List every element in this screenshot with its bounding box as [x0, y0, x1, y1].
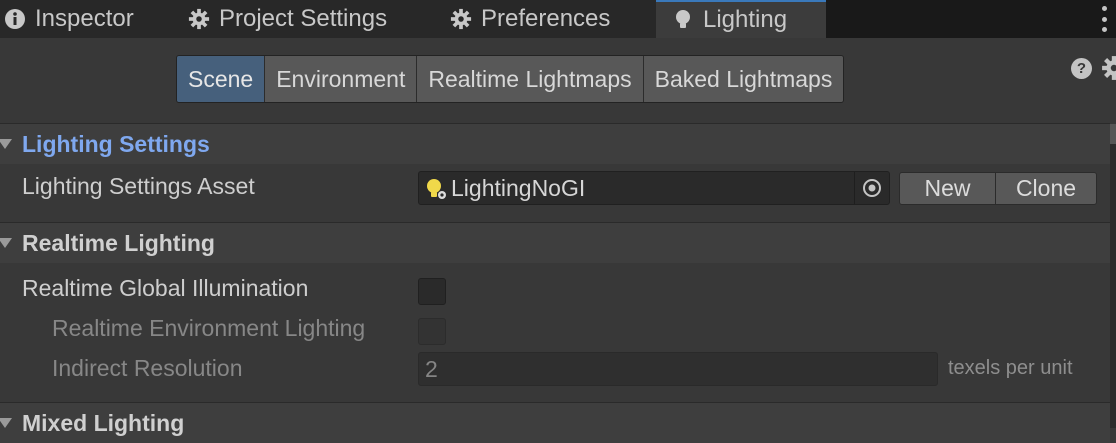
input-value: 2	[425, 356, 438, 382]
foldout-arrow-icon	[0, 418, 12, 428]
segment-scene[interactable]: Scene	[177, 56, 266, 102]
window-tab-bar: Inspector Project Settings Preferences L…	[0, 0, 1116, 38]
lighting-settings-asset-field[interactable]: LightingNoGI	[418, 171, 890, 205]
section-lighting-settings[interactable]: Lighting Settings	[0, 123, 1110, 164]
indirect-resolution-row: Indirect Resolution 2 texels per unit	[0, 348, 1110, 388]
section-title: Lighting Settings	[22, 130, 210, 157]
gear-icon	[450, 8, 472, 30]
realtime-gi-checkbox[interactable]	[418, 278, 446, 305]
tab-inspector[interactable]: Inspector	[0, 0, 166, 38]
vertical-scrollbar[interactable]	[1110, 124, 1116, 428]
foldout-arrow-icon	[0, 139, 12, 149]
lighting-mode-selector: Scene Environment Realtime Lightmaps Bak…	[176, 55, 845, 103]
indirect-resolution-input[interactable]: 2	[418, 352, 938, 386]
lighting-settings-asset-row: Lighting Settings Asset LightingNoGI New…	[0, 166, 1110, 206]
section-mixed-lighting[interactable]: Mixed Lighting	[0, 402, 1110, 443]
more-options-icon[interactable]	[1100, 6, 1108, 32]
tab-label: Preferences	[481, 5, 611, 32]
segment-realtime-lightmaps[interactable]: Realtime Lightmaps	[417, 56, 644, 102]
scrollbar-thumb[interactable]	[1110, 124, 1116, 144]
settings-gear-icon[interactable]	[1101, 55, 1116, 81]
field-label: Indirect Resolution	[52, 355, 243, 381]
section-title: Mixed Lighting	[22, 409, 185, 436]
tab-label: Inspector	[35, 5, 134, 32]
clone-button[interactable]: Clone	[995, 172, 1097, 205]
unit-label: texels per unit	[948, 357, 1073, 379]
lighting-asset-icon	[427, 179, 446, 199]
new-button[interactable]: New	[899, 172, 996, 205]
segment-baked-lightmaps[interactable]: Baked Lightmaps	[643, 56, 844, 102]
foldout-arrow-icon	[0, 238, 12, 248]
help-icon[interactable]: ?	[1071, 58, 1092, 79]
lighting-toolbar: Scene Environment Realtime Lightmaps Bak…	[0, 38, 1116, 124]
section-realtime-lighting[interactable]: Realtime Lighting	[0, 222, 1110, 263]
section-title: Realtime Lighting	[22, 229, 215, 256]
object-picker-icon[interactable]	[854, 172, 889, 204]
realtime-env-lighting-checkbox[interactable]	[418, 318, 446, 345]
tab-label: Lighting	[703, 6, 788, 33]
realtime-gi-row: Realtime Global Illumination	[0, 268, 1110, 308]
field-label: Lighting Settings Asset	[22, 173, 255, 199]
asset-value: LightingNoGI	[451, 175, 586, 201]
tab-project-settings[interactable]: Project Settings	[166, 0, 428, 38]
field-label: Realtime Global Illumination	[22, 275, 309, 301]
bulb-icon	[676, 10, 690, 28]
tab-lighting[interactable]: Lighting	[656, 0, 826, 38]
field-label: Realtime Environment Lighting	[52, 315, 366, 341]
realtime-env-lighting-row: Realtime Environment Lighting	[0, 308, 1110, 348]
segment-environment[interactable]: Environment	[265, 56, 418, 102]
info-icon	[5, 9, 25, 29]
gear-icon	[188, 8, 210, 30]
tab-label: Project Settings	[219, 5, 388, 32]
tab-preferences[interactable]: Preferences	[428, 0, 656, 38]
